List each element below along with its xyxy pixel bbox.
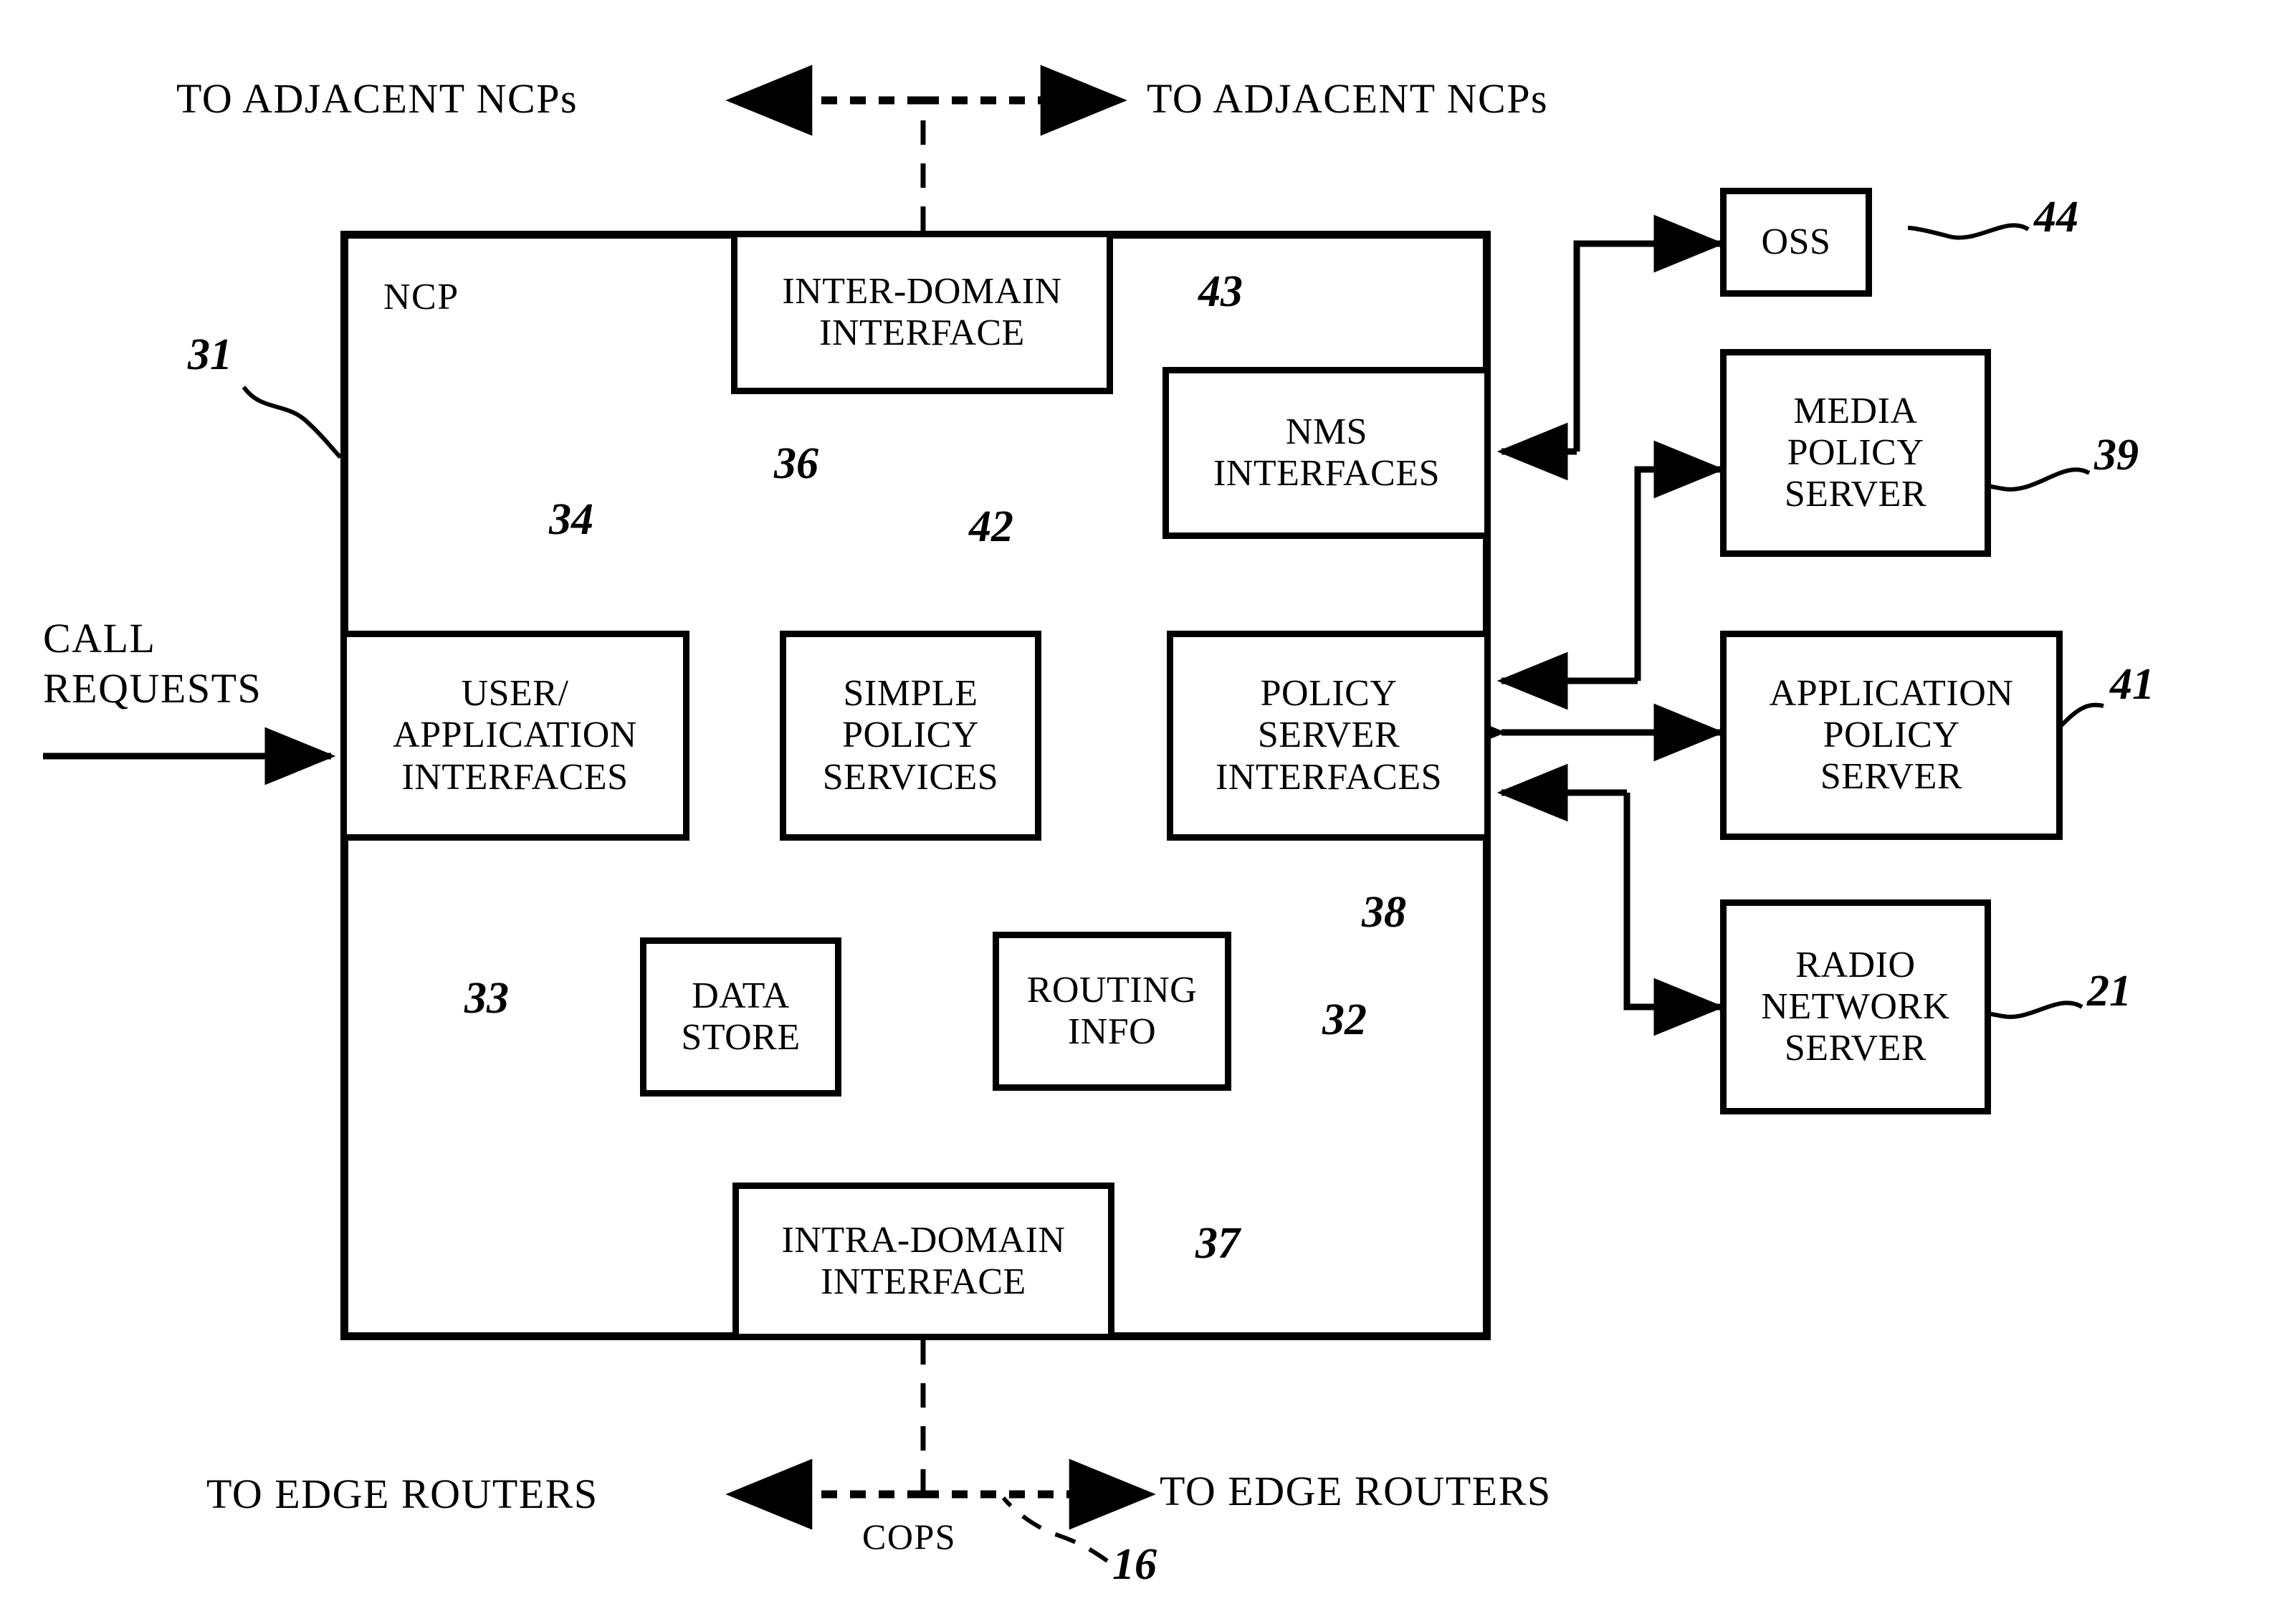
ref-21: 21 — [2087, 967, 2131, 1016]
block-routing-info[interactable]: ROUTING INFO — [993, 932, 1231, 1091]
block-nms-interfaces[interactable]: NMS INTERFACES — [1162, 367, 1491, 539]
block-user-application-interfaces[interactable]: USER/APPLICATION INTERFACES — [340, 631, 689, 841]
label-to-adjacent-ncps-left: TO ADJACENT NCPs — [176, 75, 578, 122]
block-radio-network-server[interactable]: RADIO NETWORK SERVER — [1720, 899, 1991, 1114]
block-label: RADIO NETWORK SERVER — [1761, 944, 1950, 1069]
block-media-policy-server[interactable]: MEDIA POLICY SERVER — [1720, 349, 1991, 557]
block-label: INTER-DOMAIN INTERFACE — [782, 270, 1062, 353]
ref-37: 37 — [1195, 1219, 1240, 1268]
ref-39: 39 — [2094, 431, 2139, 479]
label-cops: COPS — [862, 1516, 957, 1557]
block-data-store[interactable]: DATA STORE — [640, 937, 841, 1097]
label-to-edge-routers-right: TO EDGE ROUTERS — [1160, 1468, 1552, 1514]
block-application-policy-server[interactable]: APPLICATION POLICY SERVER — [1720, 631, 2063, 840]
block-label: INTRA-DOMAIN INTERFACE — [781, 1219, 1066, 1302]
block-oss[interactable]: OSS — [1720, 188, 1872, 297]
ref-16: 16 — [1112, 1540, 1157, 1589]
nms-oss-connector — [1573, 214, 1725, 452]
label-to-adjacent-ncps-right: TO ADJACENT NCPs — [1147, 75, 1549, 122]
inter-domain-dashed-bus — [725, 65, 1127, 231]
ref-34: 34 — [549, 495, 593, 544]
block-label: USER/APPLICATION INTERFACES — [393, 673, 637, 798]
block-label: APPLICATION POLICY SERVER — [1769, 672, 2014, 798]
ref-41: 41 — [2110, 660, 2154, 709]
ref-33: 33 — [464, 974, 509, 1023]
block-label: POLICY SERVER INTERFACES — [1215, 673, 1443, 798]
ref-42: 42 — [969, 502, 1013, 551]
block-label: ROUTING INFO — [1026, 969, 1198, 1052]
label-call-requests-line2: REQUESTS — [43, 665, 262, 712]
label-to-edge-routers-left: TO EDGE ROUTERS — [206, 1471, 598, 1517]
ref-32: 32 — [1322, 995, 1367, 1044]
block-label: SIMPLE POLICY SERVICES — [822, 673, 999, 798]
block-label: MEDIA POLICY SERVER — [1784, 390, 1927, 515]
ref-44: 44 — [2034, 193, 2078, 242]
figure-canvas: NCP INTER-DOMAIN INTERFACE NMS INTERFACES … — [0, 0, 2287, 1624]
block-policy-server-interfaces[interactable]: POLICY SERVER INTERFACES — [1167, 631, 1491, 841]
block-inter-domain-interface[interactable]: INTER-DOMAIN INTERFACE — [731, 231, 1113, 394]
cops-dashed-bus — [725, 1340, 1156, 1530]
ref-36: 36 — [774, 439, 818, 488]
ncp-title: NCP — [383, 277, 459, 317]
ref-31: 31 — [188, 330, 232, 379]
block-label: OSS — [1761, 221, 1831, 262]
ref-38: 38 — [1362, 888, 1406, 937]
block-simple-policy-services[interactable]: SIMPLE POLICY SERVICES — [780, 631, 1041, 841]
media-policy-connector — [1496, 440, 1725, 710]
block-intra-domain-interface[interactable]: INTRA-DOMAIN INTERFACE — [732, 1183, 1114, 1340]
block-label: NMS INTERFACES — [1213, 411, 1441, 494]
block-label: DATA STORE — [681, 975, 801, 1058]
radio-network-connector — [1496, 763, 1725, 1036]
ref-43: 43 — [1198, 267, 1243, 316]
label-call-requests-line1: CALL — [43, 615, 156, 661]
